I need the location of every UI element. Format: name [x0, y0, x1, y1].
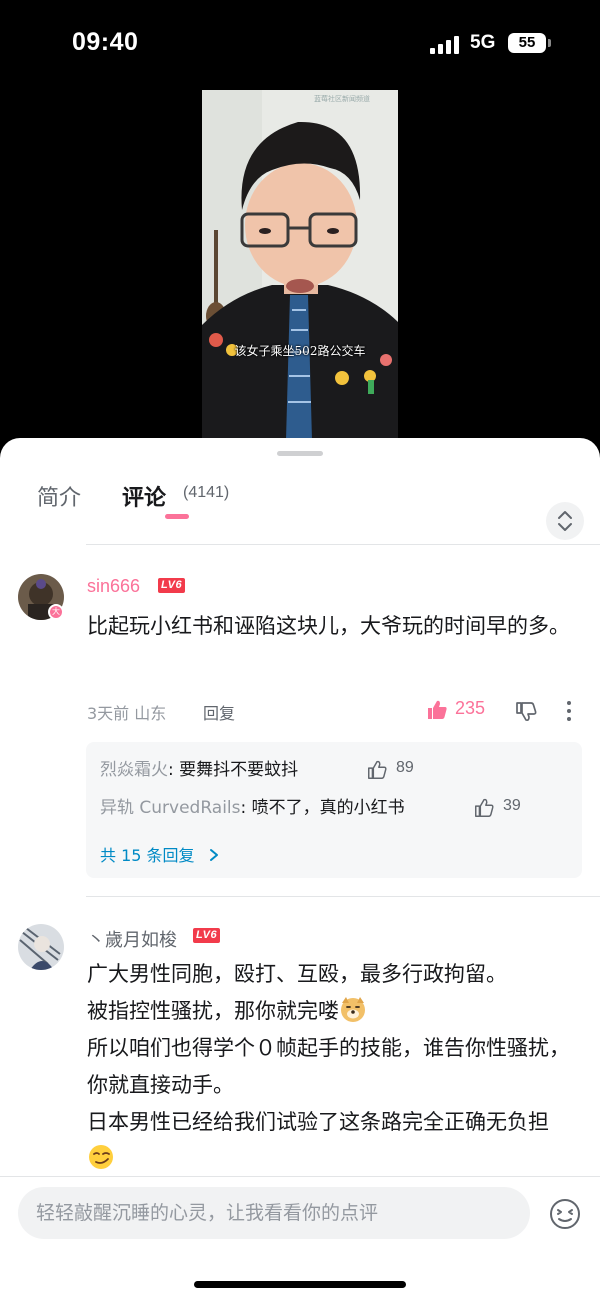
status-time: 09:40	[72, 28, 139, 56]
tab-intro[interactable]: 简介	[37, 480, 81, 512]
comment-line: 所以咱们也得学个０帧起手的技能，谁告你性骚扰，你就直接动手。	[87, 1036, 570, 1097]
doge-emoji-icon	[341, 997, 365, 1022]
username[interactable]: sin666	[87, 576, 140, 597]
like-count: 235	[455, 698, 486, 718]
comment-line-with-emoji: 被指控性骚扰，那你就完喽	[87, 993, 577, 1030]
comment-item: 丶歲月如梭 LV6 广大男性同胞，殴打、互殴，最多行政拘留。 被指控性骚扰，那你…	[0, 918, 600, 1178]
comment-line: 日本男性已经给我们试验了这条路完全正确无负担	[87, 1110, 549, 1134]
comment-input-bar	[0, 1176, 600, 1301]
thumbs-up-icon	[475, 798, 494, 817]
expand-button[interactable]	[546, 502, 584, 540]
comment-item: 大 sin666 LV6 比起玩小红书和诬陷这块儿，大爷玩的时间早的多。 3天前…	[0, 568, 600, 888]
video-thumbnail	[202, 90, 398, 440]
chevron-right-icon	[209, 849, 218, 861]
video-player[interactable]: 蓝莓社区新闻频道 该女子乘坐502路公交车	[0, 90, 600, 450]
smirk-emoji-icon	[89, 1145, 113, 1169]
status-bar: 09:40 5G 55	[0, 0, 600, 90]
comment-meta: 3天前 山东	[87, 700, 166, 724]
vip-badge-icon: 大	[48, 604, 64, 620]
like-button[interactable]: 235	[425, 698, 495, 722]
home-indicator	[194, 1281, 406, 1288]
network-type: 5G	[470, 32, 496, 53]
comment-location: 山东	[134, 704, 167, 723]
reply-item[interactable]: 异轨 CurvedRails: 喷不了，真的小红书	[100, 796, 405, 820]
comments-sheet: 简介 评论 (4141) 大 sin666 LV6 比起玩小红书和诬陷这块儿，大…	[0, 438, 600, 1301]
comment-text: 比起玩小红书和诬陷这块儿，大爷玩的时间早的多。	[87, 614, 570, 638]
level-badge: LV6	[158, 578, 186, 593]
comment-input[interactable]	[18, 1187, 530, 1239]
reply-like-count: 89	[396, 759, 414, 776]
reply-text: : 要舞抖不要蚊抖	[168, 760, 299, 780]
view-all-replies-link[interactable]: 共 15 条回复	[100, 842, 220, 866]
thumbs-up-icon	[368, 760, 387, 779]
reply-username[interactable]: 烈焱霜火	[100, 760, 168, 780]
replies-preview[interactable]: 烈焱霜火: 要舞抖不要蚊抖 89 异轨 CurvedRails: 喷不了，真的小…	[86, 742, 582, 878]
reply-button[interactable]: 回复	[203, 700, 235, 724]
username[interactable]: 丶歲月如梭	[87, 926, 177, 952]
video-subtitle: 该女子乘坐502路公交车	[234, 344, 366, 358]
tab-bar: 简介 评论 (4141)	[0, 468, 600, 544]
active-tab-indicator	[165, 514, 189, 519]
reply-item[interactable]: 烈焱霜火: 要舞抖不要蚊抖	[100, 758, 298, 782]
reply-username[interactable]: 异轨 CurvedRails	[100, 798, 241, 818]
reply-like-button[interactable]: 39	[473, 796, 543, 820]
cellular-signal-icon	[430, 36, 462, 54]
tab-comments[interactable]: 评论	[122, 480, 166, 512]
comment-count: (4141)	[183, 484, 230, 501]
thumbs-down-icon[interactable]	[514, 699, 538, 723]
comment-line: 广大男性同胞，殴打、互殴，最多行政拘留。	[87, 962, 507, 986]
drag-handle[interactable]	[277, 451, 323, 456]
comment-line: 被指控性骚扰，那你就完喽	[87, 999, 339, 1023]
video-watermark: 蓝莓社区新闻频道	[314, 95, 370, 103]
reply-text: : 喷不了，真的小红书	[240, 798, 405, 818]
video-frame[interactable]: 蓝莓社区新闻频道 该女子乘坐502路公交车	[202, 90, 398, 440]
tab-divider	[86, 544, 600, 545]
reply-like-button[interactable]: 89	[366, 758, 436, 782]
replies-more-label: 共 15 条回复	[100, 846, 195, 865]
emoji-picker-icon[interactable]	[548, 1197, 582, 1231]
reply-like-count: 39	[503, 797, 521, 814]
level-badge: LV6	[193, 928, 221, 943]
battery-icon: 55	[508, 33, 546, 53]
battery-tip	[548, 39, 551, 47]
avatar[interactable]	[18, 924, 64, 970]
comment-time: 3天前	[87, 704, 130, 723]
comment-divider	[86, 896, 600, 897]
thumbs-up-icon	[428, 700, 447, 719]
comment-text: 广大男性同胞，殴打、互殴，最多行政拘留。 被指控性骚扰，那你就完喽 所以咱们也得…	[87, 956, 577, 1178]
chevron-up-down-icon	[558, 511, 572, 531]
more-options-icon[interactable]	[564, 699, 574, 723]
